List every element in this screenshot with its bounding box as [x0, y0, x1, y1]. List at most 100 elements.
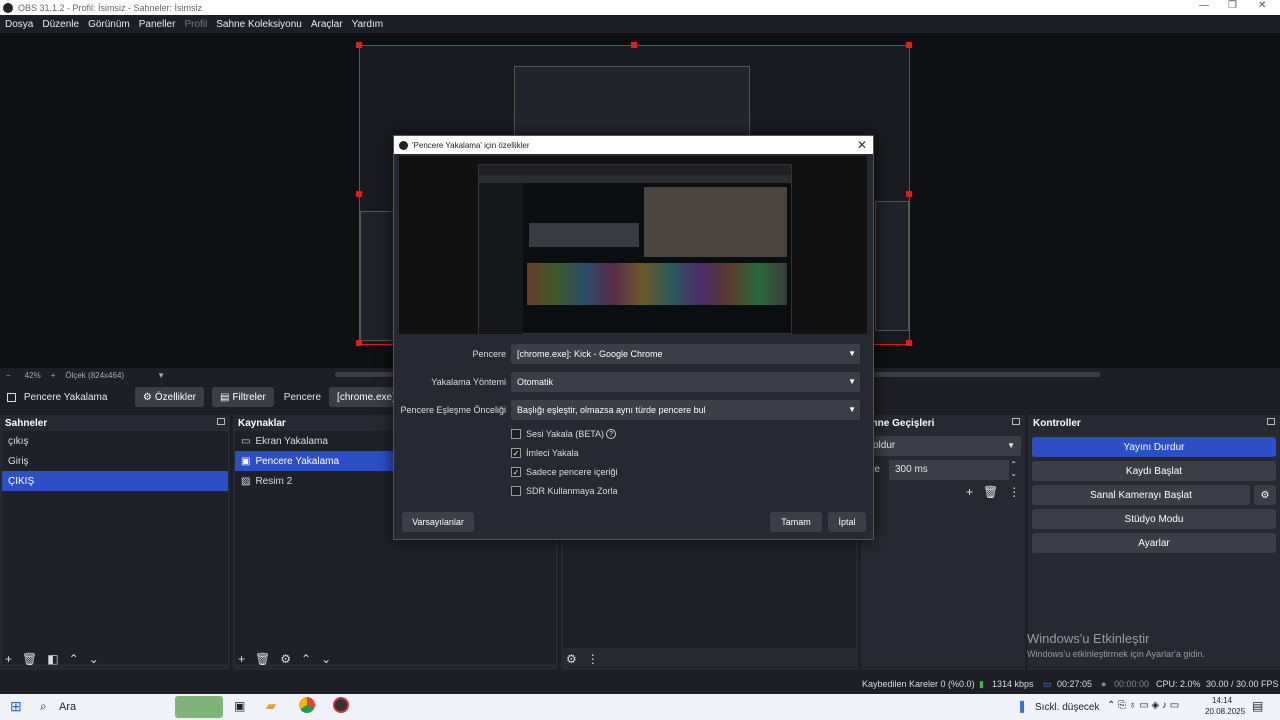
vcam-settings-gear-icon[interactable]: ⚙ [1254, 485, 1276, 505]
trash-icon[interactable]: 🗑 [983, 485, 998, 499]
stream-icon: ▭ [1043, 679, 1052, 689]
restore-icon[interactable]: ❐ [1228, 0, 1237, 11]
cancel-button[interactable]: İptal [828, 512, 866, 532]
window-titlebar: OBS 31.1.2 - Profil: İsimsiz - Sahneler:… [0, 0, 1280, 15]
resize-handle[interactable] [356, 340, 362, 346]
window-dropdown[interactable]: [chrome.exe]: Kick - Google Chrome ▼ [511, 344, 860, 364]
weather-icon: ❚ [1017, 699, 1028, 713]
capture-audio-checkbox[interactable]: Sesi Yakala (BETA)? [511, 426, 617, 442]
close-icon[interactable]: ✕ [857, 138, 867, 152]
transition-select[interactable]: oldur ▼ [865, 436, 1021, 456]
menu-edit[interactable]: Düzenle [42, 19, 79, 30]
resize-handle[interactable] [906, 340, 912, 346]
more-options-icon[interactable]: ⋮ [587, 652, 599, 666]
resize-handle[interactable] [356, 191, 362, 197]
start-virtual-camera-button[interactable]: Sanal Kamerayı Başlat [1032, 485, 1250, 505]
properties-button[interactable]: ⚙ Özellikler [134, 387, 204, 407]
match-priority-dropdown[interactable]: Başlığı eşleştir, olmazsa aynı türde pen… [511, 400, 860, 420]
windows-start-icon[interactable]: ⊞ [10, 698, 22, 715]
ok-button[interactable]: Tamam [770, 512, 822, 532]
trash-icon[interactable]: 🗑 [22, 652, 37, 666]
activation-subtitle: Windows'u etkinleştirmek için Ayarlar'a … [1027, 649, 1205, 659]
zoom-in-button[interactable]: + [51, 371, 56, 380]
defaults-button[interactable]: Varsayılanlar [402, 512, 474, 532]
gear-icon[interactable]: ⚙ [280, 652, 291, 666]
scene-item[interactable]: Giriş [2, 451, 228, 471]
filters-icon[interactable]: ◧ [47, 652, 58, 666]
source-label: Ekran Yakalama [255, 435, 328, 447]
studio-mode-button[interactable]: Stüdyo Modu [1032, 509, 1276, 529]
nested-scene-dock [360, 211, 395, 341]
menu-view[interactable]: Görünüm [88, 19, 130, 30]
resize-handle[interactable] [356, 42, 362, 48]
clock-date[interactable]: 20.08.2025 [1205, 707, 1245, 716]
menu-docks[interactable]: Paneller [139, 19, 176, 30]
selected-source-name: Pencere Yakalama [23, 391, 108, 403]
resize-handle[interactable] [631, 42, 637, 48]
status-bar: Kaybedilen Kareler 0 (%0.0) ▮ 1314 kbps … [0, 674, 1280, 694]
force-sdr-checkbox[interactable]: SDR Kullanmaya Zorla [511, 483, 618, 499]
menu-help[interactable]: Yardım [352, 19, 384, 30]
task-view-icon[interactable]: ▣ [234, 699, 245, 713]
window-label: Pencere [283, 391, 322, 403]
more-options-icon[interactable]: ⋮ [1008, 485, 1020, 499]
clock-time[interactable]: 14:14 [1212, 696, 1232, 705]
undock-icon[interactable] [217, 418, 225, 425]
undock-icon[interactable] [1012, 418, 1020, 425]
start-record-button[interactable]: Kaydı Başlat [1032, 461, 1276, 481]
spin-up-icon[interactable]: ⌃ [1010, 460, 1017, 469]
window-title: OBS 31.1.2 - Profil: İsimsiz - Sahneler:… [18, 2, 203, 13]
close-icon[interactable]: ✕ [1258, 0, 1266, 11]
menu-file[interactable]: Dosya [5, 19, 33, 30]
scene-item[interactable]: çıkış [2, 431, 228, 451]
image-icon: ▨ [241, 475, 251, 487]
mixer-settings-icon[interactable]: ⚙ [566, 652, 577, 666]
zoom-out-button[interactable]: − [6, 371, 11, 380]
record-time: 00:00:00 [1114, 679, 1150, 689]
file-explorer-icon[interactable]: ▰ [266, 698, 276, 714]
move-up-icon[interactable]: ⌃ [69, 652, 79, 666]
chevron-down-icon: ▼ [848, 349, 856, 358]
menu-profile[interactable]: Profil [184, 19, 207, 30]
trash-icon[interactable]: 🗑 [255, 652, 270, 666]
obs-icon[interactable] [333, 697, 349, 713]
vcam-row: Sanal Kamerayı Başlat ⚙ [1032, 485, 1276, 505]
capture-cursor-checkbox[interactable]: ✓ İmleci Yakala [511, 445, 579, 461]
window-label: Pencere [472, 349, 506, 359]
weather-text: Sıckl. düşecek [1035, 702, 1100, 713]
scale-dropdown-icon[interactable]: ▼ [157, 371, 165, 380]
spin-down-icon[interactable]: ⌄ [1010, 469, 1017, 478]
scenes-title: Sahneler [5, 417, 48, 429]
window-icon [7, 392, 16, 402]
window-select[interactable]: [chrome.exe]: Kic [329, 387, 400, 407]
help-icon[interactable]: ? [606, 429, 617, 439]
settings-button[interactable]: Ayarlar [1032, 533, 1276, 553]
method-row: Yakalama Yöntemi Otomatik ▼ [394, 372, 873, 394]
taskbar-search[interactable]: Ara [59, 701, 76, 713]
undock-icon[interactable] [1267, 418, 1275, 425]
tray-icons[interactable]: ⌃ ⎘ ♁ ▭ ◈ ♪ ▭ [1107, 700, 1179, 711]
properties-label: Özellikler [154, 391, 196, 403]
resize-handle[interactable] [906, 191, 912, 197]
mixer-footer: ⚙ ⋮ [561, 648, 858, 670]
notification-icon[interactable]: ▤ [1252, 699, 1263, 713]
checkbox-label: Sadece pencere içeriği [526, 467, 618, 477]
capture-method-dropdown[interactable]: Otomatik ▼ [511, 372, 860, 392]
move-up-icon[interactable]: ⌃ [301, 652, 311, 666]
menu-scene-collection[interactable]: Sahne Koleksiyonu [216, 19, 302, 30]
scene-item[interactable]: ÇIKIŞ [2, 471, 228, 491]
menu-tools[interactable]: Araçlar [311, 19, 343, 30]
add-icon[interactable]: + [5, 652, 12, 666]
stop-stream-button[interactable]: Yayını Durdur [1032, 437, 1276, 457]
client-area-checkbox[interactable]: ✓ Sadece pencere içeriği [511, 464, 618, 480]
chrome-icon[interactable] [299, 697, 315, 713]
move-down-icon[interactable]: ⌄ [321, 652, 331, 666]
add-icon[interactable]: + [238, 652, 245, 666]
resize-handle[interactable] [906, 42, 912, 48]
add-icon[interactable]: + [966, 485, 973, 499]
minimize-icon[interactable]: — [1199, 0, 1209, 11]
move-down-icon[interactable]: ⌄ [89, 652, 99, 666]
filters-button[interactable]: ▤ Filtreler [212, 387, 274, 407]
duration-input[interactable]: 300 ms [889, 460, 1009, 480]
kick-sidebar [479, 183, 523, 334]
